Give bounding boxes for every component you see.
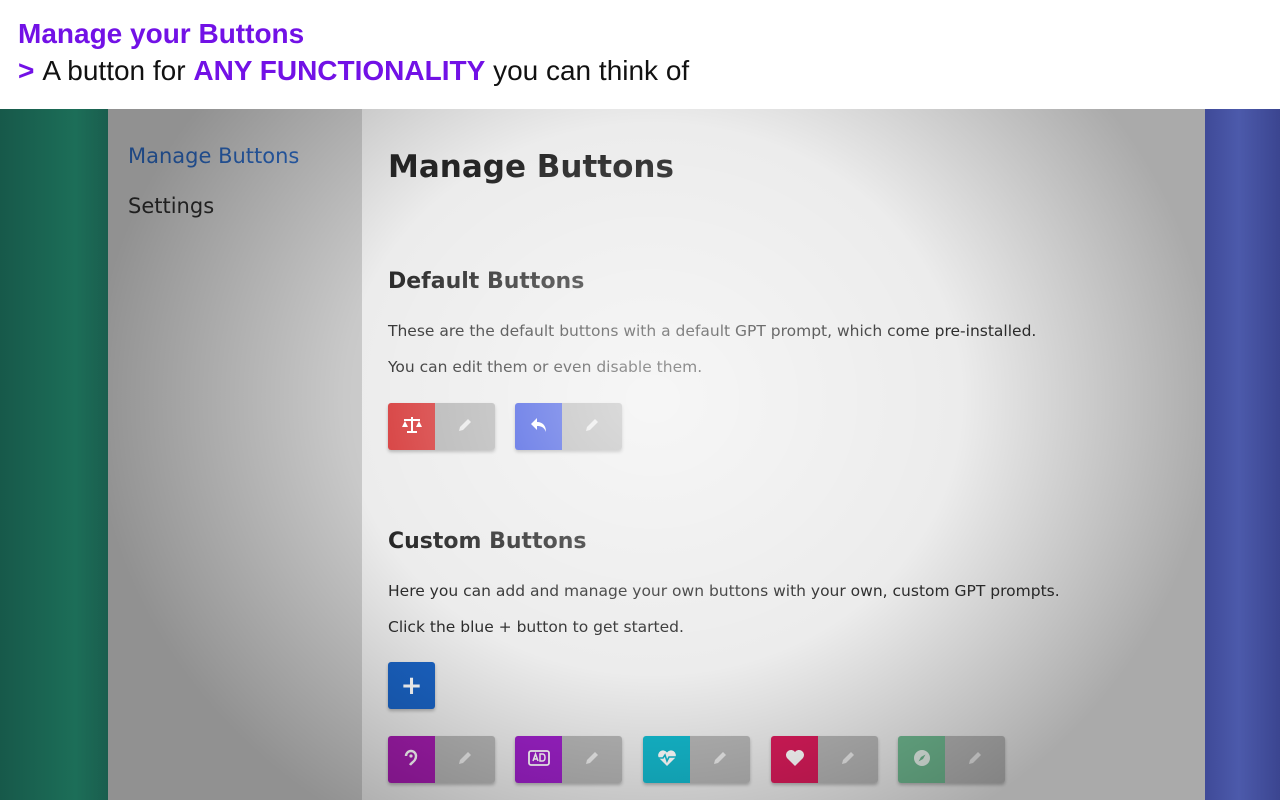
compass-button[interactable]: [898, 736, 945, 783]
custom-buttons-heading: Custom Buttons: [388, 529, 587, 554]
banner-arrow: >: [18, 55, 35, 86]
extension-options-page: Manage Buttons Settings Manage Buttons D…: [108, 109, 1205, 800]
custom-button-ad: [515, 736, 622, 783]
sidebar-item-settings[interactable]: Settings: [128, 191, 362, 221]
pencil-icon: [839, 749, 857, 771]
edit-button[interactable]: [945, 736, 1005, 783]
banner-highlight: ANY FUNCTIONALITY: [193, 55, 486, 86]
ad-button[interactable]: [515, 736, 562, 783]
edit-button[interactable]: [818, 736, 878, 783]
sidebar-item-manage-buttons[interactable]: Manage Buttons: [128, 141, 362, 171]
scale-button[interactable]: [388, 403, 435, 450]
banner-subtitle: > A button for ANY FUNCTIONALITY you can …: [18, 52, 1280, 90]
banner-text-suffix: you can think of: [493, 55, 690, 86]
default-buttons-heading: Default Buttons: [388, 269, 585, 294]
edit-button[interactable]: [435, 403, 495, 450]
compass-icon: [912, 748, 932, 772]
custom-buttons-desc-1: Here you can add and manage your own but…: [388, 582, 1060, 600]
edit-button[interactable]: [562, 403, 622, 450]
pencil-icon: [711, 749, 729, 771]
pencil-icon: [456, 416, 474, 438]
edit-button[interactable]: [562, 736, 622, 783]
custom-buttons-desc-2: Click the blue + button to get started.: [388, 618, 684, 636]
heart-pulse-icon: [656, 749, 678, 771]
decorative-left-panel: [0, 109, 108, 800]
pencil-icon: [583, 749, 601, 771]
default-button-scale: [388, 403, 495, 450]
pencil-icon: [456, 749, 474, 771]
edit-button[interactable]: [435, 736, 495, 783]
pencil-icon: [966, 749, 984, 771]
reply-icon: [529, 416, 549, 438]
custom-button-heart-pulse: [643, 736, 750, 783]
heart-button[interactable]: [771, 736, 818, 783]
default-buttons-desc-2: You can edit them or even disable them.: [388, 358, 703, 376]
hearing-icon: [403, 749, 421, 771]
sidebar: Manage Buttons Settings: [108, 109, 362, 800]
heart-pulse-button[interactable]: [643, 736, 690, 783]
main-content: Manage Buttons Default Buttons These are…: [362, 109, 1205, 800]
banner-text-prefix: A button for: [42, 55, 186, 86]
add-button[interactable]: +: [388, 662, 435, 709]
decorative-right-panel: [1205, 109, 1280, 800]
ad-icon: [527, 749, 550, 770]
reply-button[interactable]: [515, 403, 562, 450]
pencil-icon: [583, 416, 601, 438]
scale-icon: [401, 416, 423, 438]
hearing-button[interactable]: [388, 736, 435, 783]
custom-button-heart: [771, 736, 878, 783]
custom-button-hearing: [388, 736, 495, 783]
page-title: Manage Buttons: [388, 149, 674, 185]
default-button-reply: [515, 403, 622, 450]
banner-title: Manage your Buttons: [18, 18, 305, 49]
edit-button[interactable]: [690, 736, 750, 783]
default-buttons-desc-1: These are the default buttons with a def…: [388, 322, 1037, 340]
promo-banner: Manage your Buttons > A button for ANY FU…: [0, 0, 1280, 109]
custom-button-compass: [898, 736, 1005, 783]
heart-icon: [785, 749, 805, 771]
